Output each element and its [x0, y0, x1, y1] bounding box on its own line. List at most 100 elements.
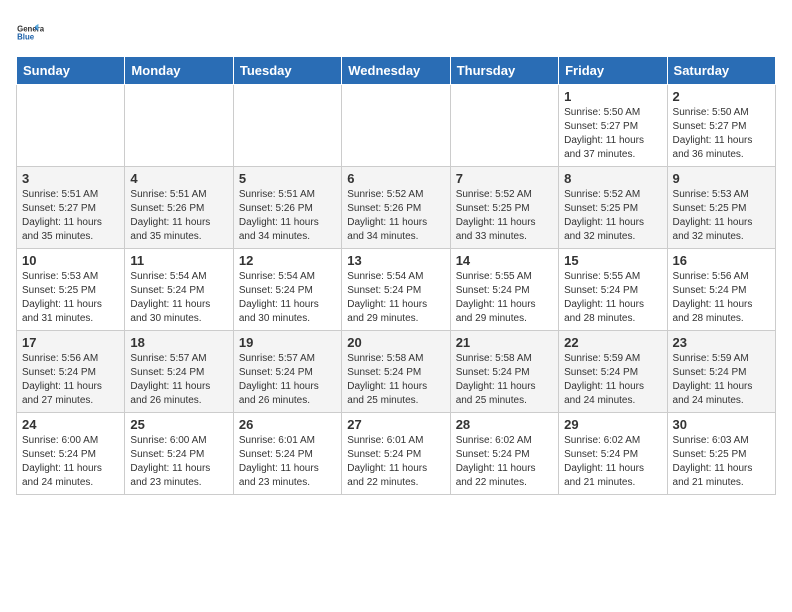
calendar-day-cell: 16 Sunrise: 5:56 AM Sunset: 5:24 PM Dayli… [667, 249, 775, 331]
calendar-week-row: 1 Sunrise: 5:50 AM Sunset: 5:27 PM Daylig… [17, 85, 776, 167]
day-number: 10 [22, 253, 119, 268]
calendar-header-row: SundayMondayTuesdayWednesdayThursdayFrid… [17, 57, 776, 85]
day-info: Sunrise: 5:54 AM Sunset: 5:24 PM Dayligh… [347, 270, 444, 326]
calendar-day-cell: 11 Sunrise: 5:54 AM Sunset: 5:24 PM Dayli… [125, 249, 233, 331]
day-info: Sunrise: 5:55 AM Sunset: 5:24 PM Dayligh… [564, 270, 661, 326]
calendar-day-cell [450, 85, 558, 167]
day-number: 15 [564, 253, 661, 268]
day-info: Sunrise: 5:59 AM Sunset: 5:24 PM Dayligh… [564, 352, 661, 408]
day-info: Sunrise: 5:55 AM Sunset: 5:24 PM Dayligh… [456, 270, 553, 326]
day-number: 30 [673, 417, 770, 432]
calendar-day-cell: 27Sunrise: 6:01 AM Sunset: 5:24 PM Dayli… [342, 413, 450, 495]
page-header: General Blue [16, 16, 776, 44]
calendar-day-cell: 9Sunrise: 5:53 AM Sunset: 5:25 PM Daylig… [667, 167, 775, 249]
calendar-day-cell: 30Sunrise: 6:03 AM Sunset: 5:25 PM Dayli… [667, 413, 775, 495]
calendar-day-cell: 23Sunrise: 5:59 AM Sunset: 5:24 PM Dayli… [667, 331, 775, 413]
day-info: Sunrise: 5:57 AM Sunset: 5:24 PM Dayligh… [130, 352, 227, 408]
calendar-day-cell: 12 Sunrise: 5:54 AM Sunset: 5:24 PM Dayli… [233, 249, 341, 331]
day-info: Sunrise: 5:57 AM Sunset: 5:24 PM Dayligh… [239, 352, 336, 408]
day-info: Sunrise: 6:00 AM Sunset: 5:24 PM Dayligh… [130, 434, 227, 490]
calendar-day-cell: 2 Sunrise: 5:50 AM Sunset: 5:27 PM Daylig… [667, 85, 775, 167]
day-number: 27 [347, 417, 444, 432]
day-info: Sunrise: 5:52 AM Sunset: 5:25 PM Dayligh… [564, 188, 661, 244]
calendar-day-cell: 29 Sunrise: 6:02 AM Sunset: 5:24 PM Dayli… [559, 413, 667, 495]
calendar-day-cell: 18 Sunrise: 5:57 AM Sunset: 5:24 PM Dayli… [125, 331, 233, 413]
day-info: Sunrise: 5:51 AM Sunset: 5:26 PM Dayligh… [239, 188, 336, 244]
day-number: 2 [673, 89, 770, 104]
calendar-day-cell: 13Sunrise: 5:54 AM Sunset: 5:24 PM Dayli… [342, 249, 450, 331]
logo-icon: General Blue [16, 16, 44, 44]
day-info: Sunrise: 5:51 AM Sunset: 5:26 PM Dayligh… [130, 188, 227, 244]
calendar-week-row: 24 Sunrise: 6:00 AM Sunset: 5:24 PM Dayli… [17, 413, 776, 495]
day-info: Sunrise: 5:54 AM Sunset: 5:24 PM Dayligh… [239, 270, 336, 326]
day-info: Sunrise: 5:58 AM Sunset: 5:24 PM Dayligh… [347, 352, 444, 408]
day-info: Sunrise: 5:54 AM Sunset: 5:24 PM Dayligh… [130, 270, 227, 326]
calendar-day-cell [233, 85, 341, 167]
calendar-day-cell: 4 Sunrise: 5:51 AM Sunset: 5:26 PM Daylig… [125, 167, 233, 249]
calendar-day-cell: 24Sunrise: 6:00 AM Sunset: 5:24 PM Dayli… [17, 413, 125, 495]
calendar-day-cell [125, 85, 233, 167]
day-number: 26 [239, 417, 336, 432]
calendar-day-cell: 3 Sunrise: 5:51 AM Sunset: 5:27 PM Daylig… [17, 167, 125, 249]
day-info: Sunrise: 5:51 AM Sunset: 5:27 PM Dayligh… [22, 188, 119, 244]
day-info: Sunrise: 5:50 AM Sunset: 5:27 PM Dayligh… [673, 106, 770, 162]
day-number: 17 [22, 335, 119, 350]
day-number: 6 [347, 171, 444, 186]
day-number: 18 [130, 335, 227, 350]
day-number: 8 [564, 171, 661, 186]
day-number: 19 [239, 335, 336, 350]
day-info: Sunrise: 5:52 AM Sunset: 5:25 PM Dayligh… [456, 188, 553, 244]
calendar-day-cell: 1 Sunrise: 5:50 AM Sunset: 5:27 PM Daylig… [559, 85, 667, 167]
day-number: 4 [130, 171, 227, 186]
weekday-header: Friday [559, 57, 667, 85]
calendar-day-cell: 10 Sunrise: 5:53 AM Sunset: 5:25 PM Dayli… [17, 249, 125, 331]
calendar-day-cell: 8 Sunrise: 5:52 AM Sunset: 5:25 PM Daylig… [559, 167, 667, 249]
calendar-day-cell: 26Sunrise: 6:01 AM Sunset: 5:24 PM Dayli… [233, 413, 341, 495]
calendar-day-cell: 20 Sunrise: 5:58 AM Sunset: 5:24 PM Dayli… [342, 331, 450, 413]
weekday-header: Wednesday [342, 57, 450, 85]
day-info: Sunrise: 5:50 AM Sunset: 5:27 PM Dayligh… [564, 106, 661, 162]
weekday-header: Monday [125, 57, 233, 85]
day-number: 21 [456, 335, 553, 350]
day-info: Sunrise: 5:58 AM Sunset: 5:24 PM Dayligh… [456, 352, 553, 408]
calendar-week-row: 10 Sunrise: 5:53 AM Sunset: 5:25 PM Dayli… [17, 249, 776, 331]
calendar-day-cell: 17Sunrise: 5:56 AM Sunset: 5:24 PM Dayli… [17, 331, 125, 413]
calendar-day-cell: 22 Sunrise: 5:59 AM Sunset: 5:24 PM Dayli… [559, 331, 667, 413]
calendar-day-cell: 5 Sunrise: 5:51 AM Sunset: 5:26 PM Daylig… [233, 167, 341, 249]
day-number: 3 [22, 171, 119, 186]
calendar-day-cell: 25 Sunrise: 6:00 AM Sunset: 5:24 PM Dayli… [125, 413, 233, 495]
calendar-day-cell: 7 Sunrise: 5:52 AM Sunset: 5:25 PM Daylig… [450, 167, 558, 249]
weekday-header: Thursday [450, 57, 558, 85]
day-info: Sunrise: 6:02 AM Sunset: 5:24 PM Dayligh… [564, 434, 661, 490]
calendar-day-cell: 28Sunrise: 6:02 AM Sunset: 5:24 PM Dayli… [450, 413, 558, 495]
calendar-day-cell [342, 85, 450, 167]
calendar-day-cell: 19 Sunrise: 5:57 AM Sunset: 5:24 PM Dayli… [233, 331, 341, 413]
day-number: 1 [564, 89, 661, 104]
day-number: 7 [456, 171, 553, 186]
weekday-header: Tuesday [233, 57, 341, 85]
logo: General Blue [16, 16, 48, 44]
weekday-header: Saturday [667, 57, 775, 85]
calendar-table: SundayMondayTuesdayWednesdayThursdayFrid… [16, 56, 776, 495]
day-number: 16 [673, 253, 770, 268]
day-info: Sunrise: 5:53 AM Sunset: 5:25 PM Dayligh… [673, 188, 770, 244]
day-info: Sunrise: 5:53 AM Sunset: 5:25 PM Dayligh… [22, 270, 119, 326]
calendar-day-cell: 14Sunrise: 5:55 AM Sunset: 5:24 PM Dayli… [450, 249, 558, 331]
day-info: Sunrise: 5:56 AM Sunset: 5:24 PM Dayligh… [673, 270, 770, 326]
day-number: 25 [130, 417, 227, 432]
calendar-week-row: 3 Sunrise: 5:51 AM Sunset: 5:27 PM Daylig… [17, 167, 776, 249]
day-number: 22 [564, 335, 661, 350]
svg-text:Blue: Blue [17, 33, 35, 42]
day-number: 5 [239, 171, 336, 186]
calendar-day-cell: 15 Sunrise: 5:55 AM Sunset: 5:24 PM Dayli… [559, 249, 667, 331]
day-number: 12 [239, 253, 336, 268]
day-number: 20 [347, 335, 444, 350]
day-number: 23 [673, 335, 770, 350]
weekday-header: Sunday [17, 57, 125, 85]
day-number: 11 [130, 253, 227, 268]
day-info: Sunrise: 6:02 AM Sunset: 5:24 PM Dayligh… [456, 434, 553, 490]
calendar-day-cell [17, 85, 125, 167]
day-info: Sunrise: 5:52 AM Sunset: 5:26 PM Dayligh… [347, 188, 444, 244]
day-number: 29 [564, 417, 661, 432]
day-number: 24 [22, 417, 119, 432]
